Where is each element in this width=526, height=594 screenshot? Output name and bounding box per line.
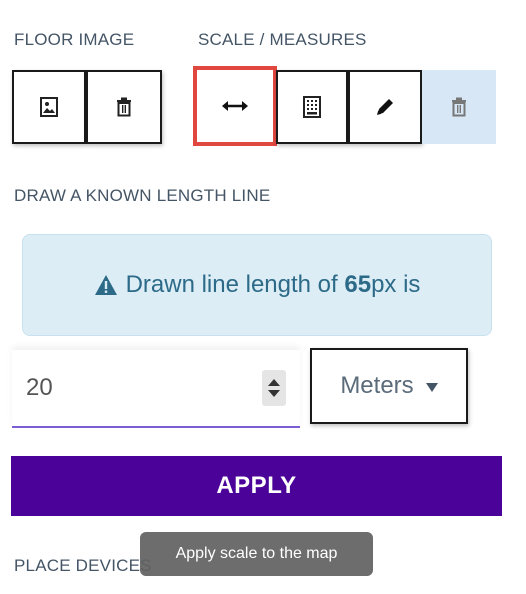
measure-area-button[interactable] [276, 70, 348, 144]
apply-tooltip: Apply scale to the map [140, 532, 373, 576]
floor-image-label: FLOOR IMAGE [14, 30, 135, 49]
alert-suffix: px is [371, 271, 421, 298]
draw-line-label: DRAW A KNOWN LENGTH LINE [14, 186, 271, 205]
warning-icon [94, 274, 118, 296]
caret-down-icon [425, 383, 438, 392]
line-length-alert: Drawn line length of 65px is [22, 234, 492, 336]
pencil-icon [375, 97, 395, 117]
length-input-value[interactable]: 20 [26, 374, 53, 402]
stepper-up-icon[interactable] [268, 379, 280, 386]
place-devices-label: PLACE DEVICES [14, 556, 152, 575]
draw-scale-line-button[interactable] [193, 66, 277, 146]
trash-icon [451, 97, 467, 117]
trash-icon [116, 97, 132, 117]
apply-button[interactable]: APPLY [11, 456, 502, 516]
delete-measure-button[interactable] [422, 70, 496, 144]
alert-value: 65 [344, 271, 372, 298]
calculator-icon [303, 96, 321, 118]
delete-image-button[interactable] [86, 70, 162, 144]
length-stepper[interactable] [262, 370, 286, 406]
length-input[interactable]: 20 [12, 350, 300, 428]
horizontal-arrows-icon [222, 100, 248, 112]
unit-select[interactable]: Meters [310, 348, 468, 424]
upload-image-button[interactable] [12, 70, 86, 144]
scale-measures-label: SCALE / MEASURES [198, 30, 367, 49]
unit-select-value: Meters [340, 372, 414, 399]
edit-measure-button[interactable] [348, 70, 422, 144]
stepper-down-icon[interactable] [268, 390, 280, 397]
image-icon [40, 97, 58, 117]
alert-prefix: Drawn line length of [125, 271, 345, 298]
alert-text: Drawn line length of 65px is [126, 271, 421, 299]
